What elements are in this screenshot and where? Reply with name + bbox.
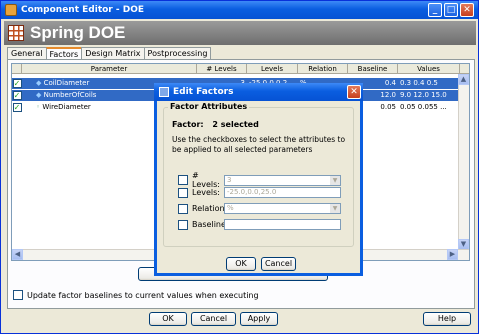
scroll-left-icon[interactable]: ◀ [12, 249, 23, 260]
row-checkbox[interactable]: ✓ [12, 103, 22, 112]
component-banner: Spring DOE [4, 21, 476, 45]
apply-button[interactable]: Apply [240, 312, 278, 326]
header-parameter[interactable]: Parameter [22, 64, 197, 74]
parameter-name: WireDiameter [42, 103, 91, 111]
header-values[interactable]: Values [398, 64, 460, 74]
relation-label: Relation: [192, 204, 228, 213]
baseline-input[interactable] [224, 219, 341, 230]
parameter-name: NumberOfCoils [43, 91, 97, 99]
baseline-checkbox[interactable] [178, 219, 188, 230]
values-cell: 0.05 0.055 ... [400, 103, 447, 111]
header-levels[interactable]: Levels [247, 64, 298, 74]
levels-count-select[interactable]: 3 ▼ [224, 174, 341, 186]
window-titlebar[interactable]: Component Editor - DOE _ □ ✕ [1, 1, 478, 19]
ok-button[interactable]: OK [149, 312, 187, 326]
table-header: Parameter # Levels Levels Relation Basel… [12, 64, 469, 74]
baseline-row: Baseline: [178, 219, 341, 230]
levels-label: Levels: [192, 188, 220, 197]
relation-checkbox[interactable] [178, 203, 188, 214]
levels-checkbox[interactable] [178, 187, 188, 198]
dialog-titlebar[interactable]: Edit Factors ✕ [154, 83, 363, 101]
doe-grid-icon [8, 25, 24, 41]
update-baselines-label: Update factor baselines to current value… [27, 290, 259, 300]
chevron-down-icon[interactable]: ▼ [330, 175, 340, 185]
app-icon [5, 4, 17, 16]
values-cell: 9.0 12.0 15.0 [400, 91, 447, 99]
row-checkbox[interactable]: ✓ [12, 91, 22, 100]
levels-input[interactable]: -25.0,0.0,25.0 [224, 187, 341, 198]
update-baselines-checkbox[interactable] [13, 290, 23, 300]
parameter-icon: ◆ [36, 91, 42, 99]
factor-attributes-group: Factor Attributes Factor: 2 selected Use… [163, 102, 354, 247]
maximize-button[interactable]: □ [444, 3, 458, 17]
help-button[interactable]: Help [423, 312, 471, 326]
levels-count-checkbox[interactable] [178, 175, 188, 185]
parameter-icon: ◆ [36, 79, 42, 87]
dialog-instructions: Use the checkboxes to select the attribu… [172, 135, 346, 154]
update-baselines-option[interactable]: Update factor baselines to current value… [13, 290, 259, 300]
baseline-label: Baseline: [192, 220, 229, 229]
factor-summary: Factor: 2 selected [172, 120, 259, 129]
cancel-button[interactable]: Cancel [191, 312, 236, 326]
row-checkbox[interactable]: ✓ [12, 79, 22, 88]
minimize-button[interactable]: _ [428, 3, 442, 17]
levels-count-value: 3 [227, 175, 232, 184]
relation-select[interactable]: % ▼ [224, 203, 341, 214]
dialog-title: Edit Factors [173, 87, 234, 97]
edit-icon [159, 87, 169, 97]
header-check [12, 64, 22, 74]
window-title: Component Editor - DOE [21, 5, 145, 15]
levels-row: Levels: -25.0,0.0,25.0 [178, 187, 341, 198]
edit-factors-dialog: Edit Factors ✕ Factor Attributes Factor:… [154, 83, 363, 276]
header-relation[interactable]: Relation [298, 64, 348, 74]
relation-row: Relation: % ▼ [178, 203, 341, 214]
group-legend: Factor Attributes [168, 102, 250, 111]
header-baseline[interactable]: Baseline [348, 64, 398, 74]
component-title: Spring DOE [30, 23, 126, 42]
scroll-up-icon[interactable]: ▲ [458, 74, 469, 85]
values-cell: 0.3 0.4 0.5 [400, 79, 438, 87]
factor-value: 2 selected [212, 120, 259, 129]
factor-label: Factor: [172, 120, 204, 129]
parameter-icon: ◦ [36, 103, 41, 111]
dialog-ok-button[interactable]: OK [226, 257, 256, 271]
dialog-close-button[interactable]: ✕ [347, 85, 361, 99]
vertical-scrollbar[interactable]: ▲ ▼ [458, 74, 469, 250]
dialog-cancel-button[interactable]: Cancel [261, 257, 296, 271]
scroll-right-icon[interactable]: ▶ [447, 249, 458, 260]
close-button[interactable]: ✕ [460, 3, 474, 17]
parameter-name: CoilDiameter [43, 79, 90, 87]
chevron-down-icon[interactable]: ▼ [330, 204, 340, 213]
header-levels-count[interactable]: # Levels [197, 64, 247, 74]
relation-value: % [227, 204, 234, 212]
